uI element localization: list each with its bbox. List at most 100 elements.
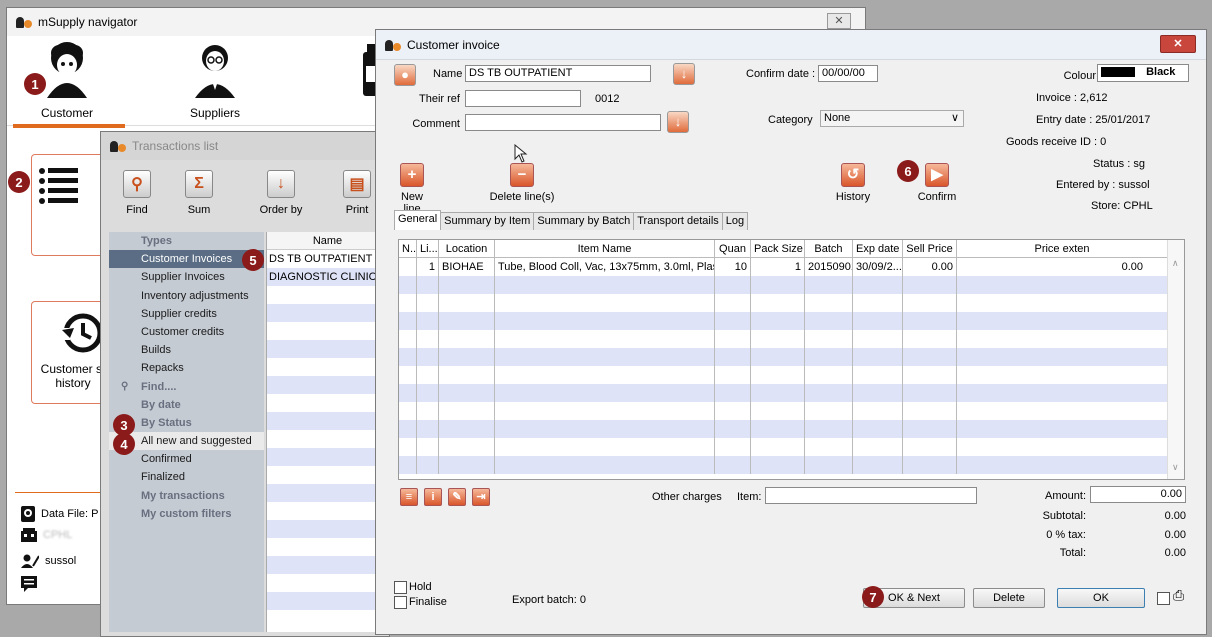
column-header[interactable]: Batch xyxy=(805,240,853,257)
delete-button[interactable]: Delete xyxy=(973,588,1045,608)
confirm-button[interactable]: ▶ Confirm xyxy=(912,163,962,203)
print-checkbox[interactable] xyxy=(1157,592,1170,605)
table-row[interactable] xyxy=(267,394,388,412)
table-row[interactable] xyxy=(267,484,388,502)
sidebar-item-supplier-invoices[interactable]: Supplier Invoices xyxy=(109,268,264,286)
column-header-name[interactable]: Name xyxy=(267,232,388,250)
amount-field[interactable]: 0.00 xyxy=(1090,486,1186,503)
colour-select[interactable]: Black xyxy=(1097,64,1189,82)
close-button[interactable]: ✕ xyxy=(1160,35,1196,53)
column-header[interactable]: Quan xyxy=(715,240,751,257)
sidebar-item-inventory-adjustments[interactable]: Inventory adjustments xyxy=(109,287,264,305)
navigator-card-history[interactable]: Customer st history xyxy=(31,301,111,404)
column-header[interactable]: Pack Size xyxy=(751,240,805,257)
table-row[interactable] xyxy=(399,348,1184,366)
table-row[interactable] xyxy=(267,304,388,322)
sidebar-item-customer-credits[interactable]: Customer credits xyxy=(109,323,264,341)
table-row[interactable] xyxy=(399,276,1184,294)
table-row[interactable] xyxy=(267,322,388,340)
customer-lookup-button[interactable]: ● xyxy=(394,64,416,86)
table-row[interactable] xyxy=(267,286,388,304)
table-row[interactable] xyxy=(267,430,388,448)
column-header[interactable]: Item Name xyxy=(495,240,715,257)
sidebar-item-confirmed[interactable]: Confirmed xyxy=(109,450,264,468)
tab-summary-by-item[interactable]: Summary by Item xyxy=(440,212,535,230)
message-row[interactable] xyxy=(21,576,37,592)
table-row[interactable] xyxy=(267,358,388,376)
tab-general[interactable]: General xyxy=(394,210,442,230)
their-ref-field[interactable] xyxy=(465,90,581,107)
table-row[interactable] xyxy=(399,294,1184,312)
expand-icon[interactable]: ≡ xyxy=(400,488,418,506)
tab-suppliers[interactable]: Suppliers xyxy=(155,36,275,126)
column-header[interactable]: Sell Price xyxy=(903,240,957,257)
table-row[interactable] xyxy=(399,402,1184,420)
table-row[interactable] xyxy=(399,384,1184,402)
table-row[interactable] xyxy=(399,366,1184,384)
other-charges-item-field[interactable] xyxy=(765,487,977,504)
tab-log[interactable]: Log xyxy=(721,212,749,230)
tab-summary-by-batch[interactable]: Summary by Batch xyxy=(533,212,635,230)
table-row[interactable] xyxy=(399,438,1184,456)
import-icon[interactable]: ⇥ xyxy=(472,488,490,506)
info-icon[interactable]: i xyxy=(424,488,442,506)
name-dropdown-button[interactable]: ↓ xyxy=(673,63,695,85)
table-row[interactable] xyxy=(399,330,1184,348)
sidebar-item-repacks[interactable]: Repacks xyxy=(109,359,264,377)
table-row[interactable] xyxy=(267,574,388,592)
column-header[interactable]: Exp date xyxy=(853,240,903,257)
sidebar-item-finalized[interactable]: Finalized xyxy=(109,468,264,486)
sum-button[interactable]: Σ Sum xyxy=(169,170,229,216)
name-field[interactable]: DS TB OUTPATIENT xyxy=(465,65,651,82)
sidebar-item-supplier-credits[interactable]: Supplier credits xyxy=(109,305,264,323)
comment-dropdown-button[interactable]: ↓ xyxy=(667,111,689,133)
navigator-card-invoices[interactable]: C xyxy=(31,154,113,256)
cell xyxy=(495,384,715,402)
confirm-date-field[interactable]: 00/00/00 xyxy=(818,65,878,82)
table-row[interactable] xyxy=(267,592,388,610)
hold-checkbox[interactable] xyxy=(394,581,407,594)
table-row[interactable]: DIAGNOSTIC CLINIC xyxy=(267,268,388,286)
order-by-button[interactable]: ↓ Order by xyxy=(251,170,311,216)
table-row[interactable] xyxy=(267,412,388,430)
new-line-button[interactable]: + New line xyxy=(392,163,432,215)
sidebar-item-my-transactions[interactable]: My transactions xyxy=(109,487,264,505)
table-row[interactable] xyxy=(399,312,1184,330)
table-row[interactable] xyxy=(399,420,1184,438)
table-row[interactable] xyxy=(267,538,388,556)
sidebar-item-customer-invoices[interactable]: Customer Invoices xyxy=(109,250,264,269)
edit-icon[interactable]: ✎ xyxy=(448,488,466,506)
delete-lines-button[interactable]: − Delete line(s) xyxy=(484,163,560,203)
table-row[interactable] xyxy=(267,556,388,574)
sidebar-item-builds[interactable]: Builds xyxy=(109,341,264,359)
find-button[interactable]: ⚲ Find xyxy=(107,170,167,216)
finalise-label: Finalise xyxy=(409,596,447,608)
scrollbar[interactable]: ∧ ∨ xyxy=(1167,240,1184,479)
step-badge: 5 xyxy=(242,249,264,271)
table-row[interactable] xyxy=(399,456,1184,474)
close-icon[interactable]: ✕ xyxy=(827,13,851,29)
table-row[interactable] xyxy=(267,448,388,466)
ok-button[interactable]: OK xyxy=(1057,588,1145,608)
column-header[interactable]: N... xyxy=(399,240,417,257)
table-row[interactable] xyxy=(267,340,388,358)
comment-field[interactable] xyxy=(465,114,661,131)
table-row[interactable] xyxy=(267,376,388,394)
table-row[interactable]: 1 BIOHAE Tube, Blood Coll, Vac, 13x75mm,… xyxy=(399,258,1184,276)
table-row[interactable] xyxy=(267,466,388,484)
table-row[interactable]: DS TB OUTPATIENT xyxy=(267,250,388,268)
column-header[interactable]: Li... xyxy=(417,240,439,257)
chevron-up-icon: ∧ xyxy=(1172,258,1179,268)
name-label: Name xyxy=(433,68,463,80)
category-select[interactable]: None ∨ xyxy=(820,110,964,127)
column-header[interactable]: Price exten xyxy=(957,240,1167,257)
column-header[interactable]: Location xyxy=(439,240,495,257)
sidebar-item-by-date[interactable]: By date xyxy=(109,396,264,414)
sidebar-item-find[interactable]: ⚲ Find.... xyxy=(109,378,264,396)
table-row[interactable] xyxy=(267,520,388,538)
sidebar-item-my-custom-filters[interactable]: My custom filters xyxy=(109,505,264,523)
finalise-checkbox[interactable] xyxy=(394,596,407,609)
table-row[interactable] xyxy=(267,502,388,520)
history-button[interactable]: ↺ History xyxy=(828,163,878,203)
tab-transport-details[interactable]: Transport details xyxy=(633,212,723,230)
